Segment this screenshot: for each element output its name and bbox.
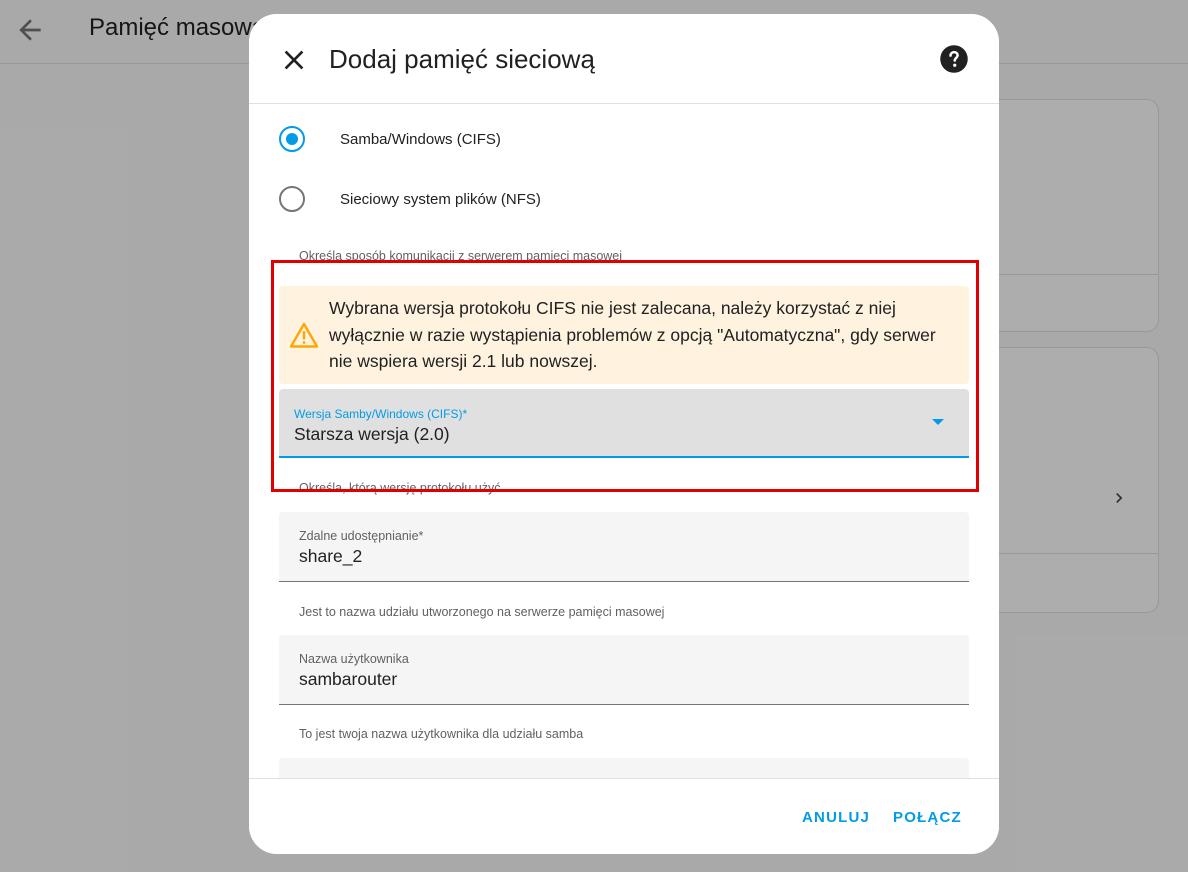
radio-label: Samba/Windows (CIFS): [340, 130, 501, 148]
connect-button[interactable]: POŁĄCZ: [893, 809, 962, 826]
field-label: Zdalne udostępnianie*: [299, 529, 424, 543]
dialog-title: Dodaj pamięć sieciową: [329, 44, 595, 74]
field-value: share_2: [299, 546, 363, 566]
remote-share-helper-text: Jest to nazwa udziału utworzonego na ser…: [299, 605, 665, 619]
remote-share-field[interactable]: Zdalne udostępnianie* share_2: [279, 512, 969, 582]
radio-option-cifs[interactable]: Samba/Windows (CIFS): [279, 119, 679, 159]
add-network-storage-dialog: Dodaj pamięć sieciową Samba/Windows (CIF…: [249, 14, 999, 854]
radio-button-unchecked[interactable]: [279, 186, 305, 212]
cancel-button[interactable]: ANULUJ: [802, 809, 870, 826]
close-button[interactable]: [278, 44, 310, 76]
username-field[interactable]: Nazwa użytkownika sambarouter: [279, 635, 969, 705]
radio-option-nfs[interactable]: Sieciowy system plików (NFS): [279, 179, 679, 219]
field-label: Nazwa użytkownika: [299, 652, 409, 666]
field-value: sambarouter: [299, 669, 398, 689]
dialog-header: Dodaj pamięć sieciową: [249, 14, 999, 104]
username-helper-text: To jest twoja nazwa użytkownika dla udzi…: [299, 727, 584, 741]
radio-button-checked[interactable]: [279, 126, 305, 152]
password-field[interactable]: [279, 758, 969, 778]
dialog-actions: ANULUJ POŁĄCZ: [249, 778, 999, 854]
radio-label: Sieciowy system plików (NFS): [340, 190, 541, 208]
highlight-annotation: [271, 260, 979, 492]
close-icon: [284, 50, 304, 70]
help-circle-icon: [940, 45, 968, 73]
dialog-content: Samba/Windows (CIFS) Sieciowy system pli…: [249, 105, 999, 778]
help-button[interactable]: [939, 44, 969, 74]
